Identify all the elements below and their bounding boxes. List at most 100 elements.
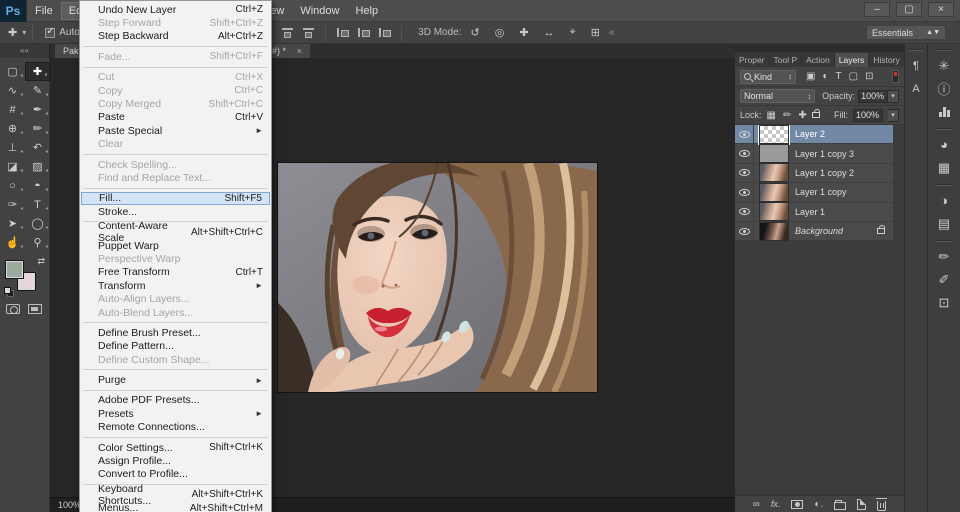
close-button[interactable]: × xyxy=(928,2,954,17)
workspace-switcher[interactable]: Essentials ▲▼ xyxy=(866,25,946,40)
tab-action[interactable]: Action xyxy=(802,53,835,67)
minimize-button[interactable]: – xyxy=(864,2,890,17)
opacity-dropdown-icon[interactable]: ▾ xyxy=(888,90,899,103)
lock-pixels-icon[interactable]: ✏ xyxy=(783,110,791,121)
layer-thumbnail[interactable] xyxy=(759,144,789,163)
layer-row-background[interactable]: Background xyxy=(735,222,893,241)
zoom-tool[interactable]: ⚲◂ xyxy=(25,233,50,252)
menu-item-paste-special[interactable]: Paste Special► xyxy=(80,124,271,137)
filter-adjustment-layers-icon[interactable]: ◐ xyxy=(822,71,828,82)
brush-presets-icon[interactable]: ✐ xyxy=(928,268,960,291)
layer-thumbnail[interactable] xyxy=(759,125,789,144)
3d-orbit-icon[interactable]: ↺ xyxy=(471,26,480,39)
lock-transparency-icon[interactable]: ▦ xyxy=(767,110,776,121)
menu-item-free-transform[interactable]: Free TransformCtrl+T xyxy=(80,266,271,279)
eye-icon[interactable] xyxy=(739,189,750,196)
filter-shape-layers-icon[interactable]: ▢ xyxy=(849,71,858,82)
tool-preset-caret-icon[interactable]: ▾ xyxy=(22,28,26,37)
distribute-horizontal-centers-icon[interactable] xyxy=(357,27,370,38)
link-layers-icon[interactable]: ∞ xyxy=(753,499,760,510)
layer-row-layer-1-copy[interactable]: Layer 1 copy xyxy=(735,183,893,202)
brush-tool[interactable]: ✏◂ xyxy=(25,119,50,138)
menu-item-fill[interactable]: Fill...Shift+F5 xyxy=(81,192,270,205)
menu-window[interactable]: Window xyxy=(292,2,347,20)
menu-item-remote-connections[interactable]: Remote Connections... xyxy=(80,421,271,434)
layer-row-layer-1-copy-2[interactable]: Layer 1 copy 2 xyxy=(735,164,893,183)
adjustment-layer-icon[interactable]: ◐. xyxy=(814,499,823,510)
zoom-level[interactable]: 100% xyxy=(58,500,81,510)
eyedropper-tool[interactable]: ✒◂ xyxy=(25,100,50,119)
delete-layer-icon[interactable] xyxy=(877,498,886,511)
eye-icon[interactable] xyxy=(739,228,750,235)
layer-row-layer-1-copy-3[interactable]: Layer 1 copy 3 xyxy=(735,144,893,163)
filter-toggle-switch[interactable] xyxy=(892,70,899,83)
ellipse-tool[interactable]: ◯◂ xyxy=(25,214,50,233)
info-icon[interactable]: ⓘ xyxy=(928,77,960,100)
path-selection-tool[interactable]: ➤◂ xyxy=(0,214,25,233)
document-image[interactable] xyxy=(278,163,597,392)
new-group-icon[interactable] xyxy=(834,499,846,510)
lock-all-icon[interactable] xyxy=(812,112,820,118)
crop-tool[interactable]: #◂ xyxy=(0,100,25,119)
screen-mode-button[interactable] xyxy=(28,304,42,314)
tab-tool-p[interactable]: Tool P xyxy=(770,53,803,67)
menu-item-adobe-pdf-presets[interactable]: Adobe PDF Presets... xyxy=(80,394,271,407)
dodge-tool[interactable]: ◓◂ xyxy=(25,176,50,195)
visibility-cell[interactable] xyxy=(735,183,754,201)
distribute-bottom-edges-icon[interactable] xyxy=(302,27,315,38)
distribute-right-edges-icon[interactable] xyxy=(378,27,391,38)
layer-thumbnail[interactable] xyxy=(759,202,789,221)
gradient-tool[interactable]: ▨◂ xyxy=(25,157,50,176)
blend-mode-dropdown[interactable]: Normal ↕ xyxy=(740,89,815,103)
brush-panel-icon[interactable]: ✏ xyxy=(928,245,960,268)
layer-thumbnail[interactable] xyxy=(759,222,789,241)
filter-pixel-layers-icon[interactable]: ▣ xyxy=(806,71,815,82)
clone-stamp-tool[interactable]: ⊥◂ xyxy=(0,138,25,157)
layer-thumbnail[interactable] xyxy=(759,183,789,202)
menu-item-keyboard-shortcuts[interactable]: Keyboard Shortcuts...Alt+Shift+Ctrl+K xyxy=(80,488,271,501)
visibility-cell[interactable] xyxy=(735,125,754,143)
adjustments-icon[interactable]: ◑ xyxy=(928,189,960,212)
menu-item-purge[interactable]: Purge► xyxy=(80,373,271,386)
menu-item-undo-new-layer[interactable]: Undo New LayerCtrl+Z xyxy=(80,3,271,16)
3d-zoom-icon[interactable]: ⌖ xyxy=(570,26,576,39)
filter-type-layers-icon[interactable]: T xyxy=(836,71,842,82)
fill-dropdown-icon[interactable]: ▾ xyxy=(888,109,899,122)
menu-item-paste[interactable]: PasteCtrl+V xyxy=(80,111,271,124)
options-collapse-icon[interactable]: « xyxy=(609,27,615,38)
paragraph-styles-icon[interactable]: ¶ xyxy=(905,54,927,77)
lock-position-icon[interactable]: ✚ xyxy=(798,110,806,121)
quick-selection-tool[interactable]: ✎◂ xyxy=(25,81,50,100)
quick-mask-button[interactable] xyxy=(6,304,20,314)
blur-tool[interactable]: ○◂ xyxy=(0,176,25,195)
foreground-color-swatch[interactable] xyxy=(5,260,24,279)
filter-smart-objects-icon[interactable]: ⊡ xyxy=(865,71,873,82)
distribute-vertical-centers-icon[interactable] xyxy=(281,27,294,38)
menu-item-define-brush-preset[interactable]: Define Brush Preset... xyxy=(80,326,271,339)
tab-history[interactable]: History xyxy=(869,53,904,67)
eye-icon[interactable] xyxy=(739,131,750,138)
layer-thumbnail[interactable] xyxy=(759,163,789,182)
clone-source-icon[interactable]: ⊡ xyxy=(928,291,960,314)
color-icon[interactable]: ◕ xyxy=(928,133,960,156)
eye-icon[interactable] xyxy=(739,150,750,157)
menu-help[interactable]: Help xyxy=(347,2,386,20)
3d-slide-icon[interactable]: ↔ xyxy=(544,27,555,39)
layer-style-icon[interactable]: fx. xyxy=(771,499,781,509)
menu-item-define-pattern[interactable]: Define Pattern... xyxy=(80,340,271,353)
3d-pan-icon[interactable]: ✚ xyxy=(519,26,528,39)
menu-file[interactable]: File xyxy=(27,2,61,20)
new-layer-icon[interactable] xyxy=(857,499,866,510)
spot-healing-brush-tool[interactable]: ⊕◂ xyxy=(0,119,25,138)
hand-tool[interactable]: ☝◂ xyxy=(0,233,25,252)
toolbar-collapse-header[interactable]: «« xyxy=(0,44,50,58)
menu-item-content-aware-scale[interactable]: Content-Aware ScaleAlt+Shift+Ctrl+C xyxy=(80,225,271,238)
eye-icon[interactable] xyxy=(739,169,750,176)
navigator-icon[interactable]: ✳ xyxy=(928,54,960,77)
menu-item-stroke[interactable]: Stroke... xyxy=(80,205,271,218)
pen-tool[interactable]: ✑◂ xyxy=(0,195,25,214)
menu-item-puppet-warp[interactable]: Puppet Warp xyxy=(80,239,271,252)
menu-item-convert-to-profile[interactable]: Convert to Profile... xyxy=(80,468,271,481)
filter-kind-dropdown[interactable]: Kind ↕ xyxy=(740,70,796,84)
opacity-value[interactable]: 100% xyxy=(858,90,888,103)
